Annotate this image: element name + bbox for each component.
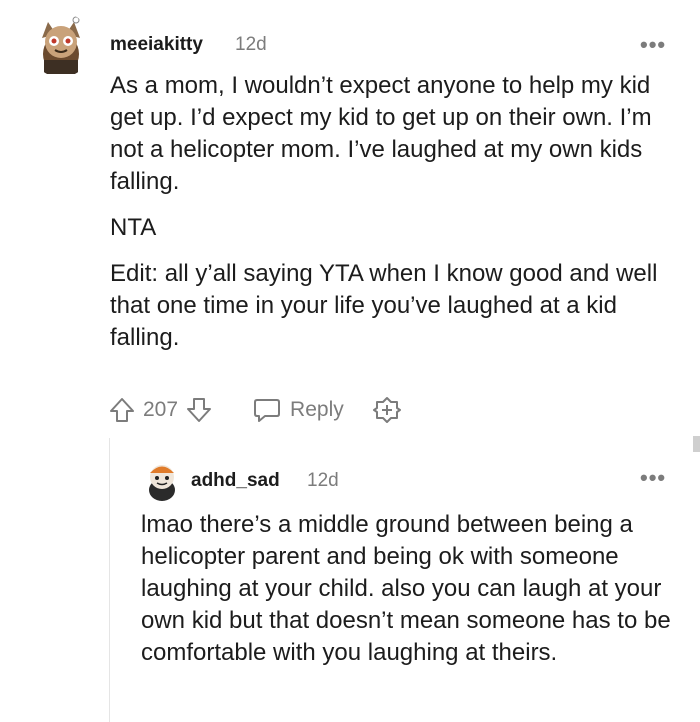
username[interactable]: adhd_sad	[191, 470, 280, 492]
upvote-button[interactable]	[107, 395, 137, 425]
avatar-snoo-icon	[149, 465, 175, 501]
comment: meeiakitty 12d ••• As a mom, I wouldn’t …	[0, 0, 700, 440]
more-options-icon[interactable]: •••	[640, 467, 666, 489]
vote-count: 207	[143, 398, 179, 421]
award-button[interactable]	[372, 395, 402, 425]
award-plus-icon	[372, 397, 401, 423]
comment-paragraph: As a mom, I wouldn’t expect anyone to he…	[110, 72, 652, 195]
comment-age: 12d	[307, 470, 339, 491]
comment-paragraph: Edit: all y’all saying YTA when I know g…	[110, 260, 658, 351]
avatar[interactable]	[34, 14, 88, 76]
downvote-icon	[187, 398, 212, 422]
avatar[interactable]	[142, 460, 182, 502]
downvote-button[interactable]	[184, 395, 214, 425]
comment-body: As a mom, I wouldn’t expect anyone to he…	[110, 70, 690, 368]
comment-body: lmao there’s a middle ground between bei…	[141, 509, 691, 683]
comment-age: 12d	[235, 34, 267, 55]
username[interactable]: meeiakitty	[110, 34, 203, 56]
reply-label: Reply	[290, 398, 344, 421]
comment-paragraph: lmao there’s a middle ground between bei…	[141, 511, 671, 666]
comment-actions: 207 Reply	[107, 393, 447, 427]
comment-paragraph: NTA	[110, 214, 157, 241]
more-options-icon[interactable]: •••	[640, 34, 666, 56]
comment-reply: adhd_sad 12d ••• lmao there’s a middle g…	[0, 440, 700, 722]
reply-bubble-icon	[254, 399, 281, 422]
upvote-icon	[110, 398, 134, 422]
avatar-cat-icon	[42, 16, 80, 74]
reply-button[interactable]: Reply	[252, 396, 344, 424]
